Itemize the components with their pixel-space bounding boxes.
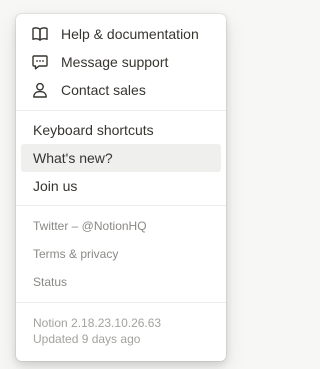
book-icon: [31, 25, 49, 43]
contact-sales-label: Contact sales: [61, 82, 146, 98]
status-link[interactable]: Status: [21, 268, 221, 296]
contact-sales-item[interactable]: Contact sales: [21, 76, 221, 104]
twitter-link-label: Twitter – @NotionHQ: [33, 219, 147, 233]
links-section: Twitter – @NotionHQ Terms & privacy Stat…: [16, 206, 226, 302]
shortcuts-section: Keyboard shortcuts What's new? Join us: [16, 111, 226, 205]
version-text: Notion 2.18.23.10.26.63: [33, 316, 162, 330]
help-documentation-item[interactable]: Help & documentation: [21, 20, 221, 48]
join-us-item[interactable]: Join us: [21, 172, 221, 200]
help-menu-popup: Help & documentation Message support Con…: [16, 14, 226, 361]
help-documentation-label: Help & documentation: [61, 26, 199, 42]
message-support-item[interactable]: Message support: [21, 48, 221, 76]
updated-text: Updated 9 days ago: [33, 332, 141, 346]
help-section: Help & documentation Message support Con…: [16, 14, 226, 110]
version-info: Notion 2.18.23.10.26.63 Updated 9 days a…: [16, 303, 226, 347]
twitter-link[interactable]: Twitter – @NotionHQ: [21, 212, 221, 240]
keyboard-shortcuts-item[interactable]: Keyboard shortcuts: [21, 116, 221, 144]
whats-new-label: What's new?: [33, 150, 113, 166]
person-icon: [31, 81, 49, 99]
terms-privacy-label: Terms & privacy: [33, 247, 119, 261]
join-us-label: Join us: [33, 178, 78, 194]
status-label: Status: [33, 275, 68, 289]
terms-privacy-link[interactable]: Terms & privacy: [21, 240, 221, 268]
whats-new-item[interactable]: What's new?: [21, 144, 221, 172]
message-support-label: Message support: [61, 54, 169, 70]
keyboard-shortcuts-label: Keyboard shortcuts: [33, 122, 154, 138]
chat-bubble-icon: [31, 53, 49, 71]
